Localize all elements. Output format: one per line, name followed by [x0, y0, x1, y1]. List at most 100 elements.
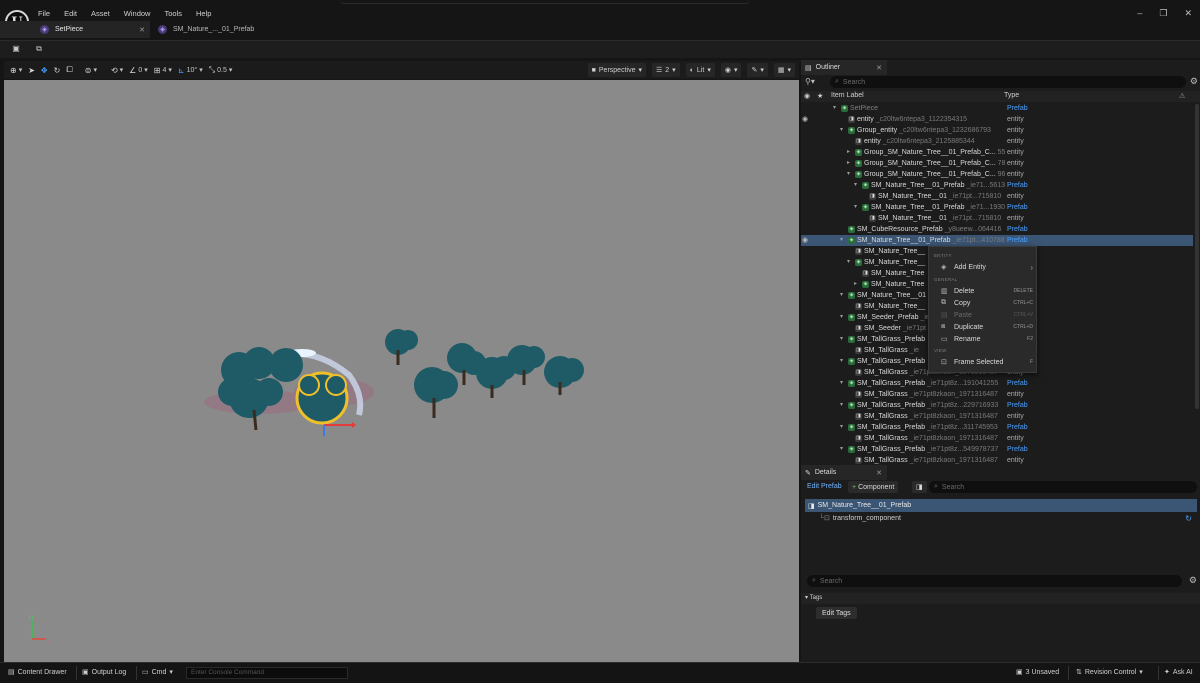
rename-item[interactable]: ▭ Rename F2 — [929, 333, 1036, 345]
layout-dropdown[interactable]: ☰ 2 ▾ — [651, 63, 680, 77]
delete-item[interactable]: ▥ Delete DELETE — [929, 285, 1036, 297]
outliner-row[interactable]: ◉ ◨ entity _c20ltw6ntepa3_1122354315 entity — [801, 114, 1193, 125]
details-tab[interactable]: ✎ Details ✕ — [801, 465, 887, 480]
edit-prefab-button[interactable]: Edit Prefab — [807, 483, 842, 490]
console-input[interactable]: Enter Console Command — [186, 667, 348, 679]
outliner-row[interactable]: ▾ ◈ SM_TallGrass_Prefab _ie71pt8z...2297169… — [801, 400, 1193, 411]
add-component-button[interactable]: + Component — [848, 481, 899, 493]
outliner-row[interactable]: ▾ ◈ SetPiece Prefab — [801, 103, 1193, 114]
show-dropdown[interactable]: ◉ ▾ — [720, 63, 742, 77]
chevron-down-icon[interactable]: ▾ — [847, 169, 853, 180]
details-search-input[interactable]: ⌕ Search — [929, 481, 1197, 493]
chevron-down-icon[interactable]: ▾ — [840, 235, 846, 246]
move-tool[interactable]: ✥ — [41, 66, 48, 75]
select-mode-dropdown[interactable]: ⊕ ▾ — [10, 66, 22, 75]
outliner-tab[interactable]: ▤ Outliner ✕ — [801, 60, 887, 75]
chevron-down-icon[interactable]: ▾ — [840, 444, 846, 455]
chevron-down-icon[interactable]: ▾ — [840, 334, 846, 345]
refresh-icon[interactable]: ↻ — [1185, 514, 1192, 523]
visibility-eye-icon[interactable]: ◉ — [802, 114, 808, 125]
details-entity-row[interactable]: ◨ SM_Nature_Tree__01_Prefab — [805, 499, 1197, 512]
visibility-column-icon[interactable]: ◉ — [804, 92, 810, 100]
outliner-row[interactable]: ▾ ◈ SM_TallGrass_Prefab _ie71pt8z...3117459… — [801, 422, 1193, 433]
duplicate-item[interactable]: ⧈ Duplicate CTRL+D — [929, 321, 1036, 333]
menu-tools[interactable]: Tools — [164, 9, 182, 18]
grid-size-dropdown[interactable]: ⊞ 4 ▾ — [154, 66, 172, 75]
tree-group[interactable] — [218, 329, 584, 418]
outliner-row[interactable]: ◨ entity _c20ltw6ntepa3_2125885344 entity — [801, 136, 1193, 147]
outliner-row[interactable]: ◨SM_TallGrass_ie71pt8zkaon_1971316487 ent… — [801, 433, 1193, 444]
outliner-row[interactable]: ▾ ◈ SM_TallGrass_Prefab _ie71pt8z...1910412… — [801, 378, 1193, 389]
viewport-settings-dropdown[interactable]: ▦ ▾ — [773, 63, 795, 77]
chevron-down-icon[interactable]: ▾ — [854, 202, 860, 213]
chevron-down-icon[interactable]: ▾ — [840, 400, 846, 411]
angle-snap-dropdown[interactable]: ⊾ 10° ▾ — [178, 66, 203, 75]
outliner-row[interactable]: ▾ ◈ Group_SM_Nature_Tree__01_Prefab_C... 96… — [801, 169, 1193, 180]
chevron-right-icon[interactable]: ▸ — [847, 158, 853, 169]
menu-window[interactable]: Window — [124, 9, 151, 18]
world-space-toggle[interactable]: ⊜ ▾ — [85, 66, 97, 75]
paste-item[interactable]: ▤ Paste CTRL+V — [929, 309, 1036, 321]
menu-asset[interactable]: Asset — [91, 9, 110, 18]
filter-icon[interactable]: ⚲▾ — [805, 77, 815, 86]
outliner-row[interactable]: ▾ ◈ Group_entity _c20ltw6ntepa3_1232686793 e… — [801, 125, 1193, 136]
tags-section-header[interactable]: ▾ Tags — [801, 593, 1200, 604]
unsaved-button[interactable]: ▣ 3 Unsaved — [1016, 668, 1059, 677]
close-window-icon[interactable]: ✕ — [1184, 8, 1192, 19]
tab-setpiece[interactable]: ◈ SetPiece ✕ — [0, 21, 150, 38]
output-log-button[interactable]: ▣ Output Log — [82, 668, 126, 677]
move-gizmo[interactable] — [323, 422, 356, 436]
outliner-row[interactable]: ▾ ◈ SM_Nature_Tree__01_Prefab _ie71...5613 P… — [801, 180, 1193, 191]
outliner-row[interactable]: ◨SM_TallGrass_ie71pt8zkaon_1971316487 ent… — [801, 411, 1193, 422]
type-column[interactable]: Type — [1004, 92, 1019, 99]
restore-icon[interactable]: ❐ — [1159, 8, 1167, 19]
minimize-icon[interactable]: – — [1137, 8, 1142, 19]
add-entity-item[interactable]: ◈ Add Entity › — [929, 261, 1036, 273]
chevron-down-icon[interactable]: ▾ — [840, 356, 846, 367]
content-drawer-button[interactable]: ▤ Content Drawer — [8, 668, 67, 677]
chevron-down-icon[interactable]: ▾ — [854, 180, 860, 191]
edit-tags-button[interactable]: Edit Tags — [816, 607, 857, 619]
chevron-down-icon[interactable]: ▾ — [840, 125, 846, 136]
chevron-down-icon[interactable]: ▾ — [840, 290, 846, 301]
perspective-dropdown[interactable]: ■ Perspective ▾ — [587, 63, 646, 77]
frame-selected-item[interactable]: ⊡ Frame Selected F — [929, 356, 1036, 368]
tools-dropdown[interactable]: ✎ ▾ — [747, 63, 768, 77]
ask-ai-button[interactable]: ✦ Ask AI — [1164, 668, 1193, 677]
outliner-row[interactable]: ▸ ◈ Group_SM_Nature_Tree__01_Prefab_C... 55… — [801, 147, 1193, 158]
favorite-column-icon[interactable]: ★ — [817, 92, 823, 100]
component-row[interactable]: └⊡ transform_component — [819, 514, 901, 523]
outliner-row[interactable]: ▾ ◈ SM_TallGrass_Prefab _ie71pt8z...5499787… — [801, 444, 1193, 455]
outliner-row[interactable]: ◨ SM_Nature_Tree__01 _ie71pt...715810 entit… — [801, 213, 1193, 224]
outliner-row[interactable]: ◨SM_TallGrass_ie71pt8zkaon_1971316487 ent… — [801, 389, 1193, 400]
browse-icon[interactable]: ⧉ — [33, 44, 45, 55]
save-icon[interactable]: ▣ — [10, 44, 22, 55]
revision-control-button[interactable]: ⇅ Revision Control ▾ — [1076, 668, 1143, 677]
chevron-down-icon[interactable]: ▾ — [833, 103, 839, 114]
scale-snap-dropdown[interactable]: ⤡ 0.5 ▾ — [209, 65, 233, 75]
surface-snap-button[interactable]: ⟲ ▾ — [111, 66, 123, 75]
outliner-row[interactable]: ▾ ◈ SM_Nature_Tree__01_Prefab _ie71...1930 P… — [801, 202, 1193, 213]
menu-file[interactable]: File — [38, 9, 50, 18]
component-options-button[interactable]: ◨ — [912, 481, 927, 493]
chevron-down-icon[interactable]: ▾ — [847, 257, 853, 268]
close-panel-icon[interactable]: ✕ — [876, 64, 882, 72]
item-label-column[interactable]: Item Label — [831, 92, 864, 99]
outliner-row[interactable]: ◉ ▾ ◈ SM_Nature_Tree__01_Prefab _ie71pt...41… — [801, 235, 1193, 246]
chevron-down-icon[interactable]: ▾ — [840, 422, 846, 433]
menu-help[interactable]: Help — [196, 9, 211, 18]
rotate-tool[interactable]: ↻ — [54, 66, 61, 75]
gear-icon[interactable]: ⚙ — [1190, 76, 1198, 87]
outliner-scrollbar[interactable] — [1195, 104, 1199, 409]
outliner-search-input[interactable]: ⌕ Search — [830, 76, 1186, 88]
outliner-row[interactable]: ◈ SM_CubeResource_Prefab _y8ueew...064416 P… — [801, 224, 1193, 235]
close-tab-icon[interactable]: ✕ — [139, 26, 145, 34]
snap-grid-dropdown[interactable]: ∠ 0 ▾ — [129, 66, 148, 75]
scale-tool[interactable]: ⧠ — [66, 65, 72, 75]
selected-tree[interactable] — [295, 371, 349, 425]
gear-icon[interactable]: ⚙ — [1189, 575, 1197, 586]
close-panel-icon[interactable]: ✕ — [876, 469, 882, 477]
menu-edit[interactable]: Edit — [64, 9, 77, 18]
properties-search-input[interactable]: ⌕ Search — [807, 575, 1182, 587]
copy-item[interactable]: ⧉ Copy CTRL+C — [929, 297, 1036, 309]
